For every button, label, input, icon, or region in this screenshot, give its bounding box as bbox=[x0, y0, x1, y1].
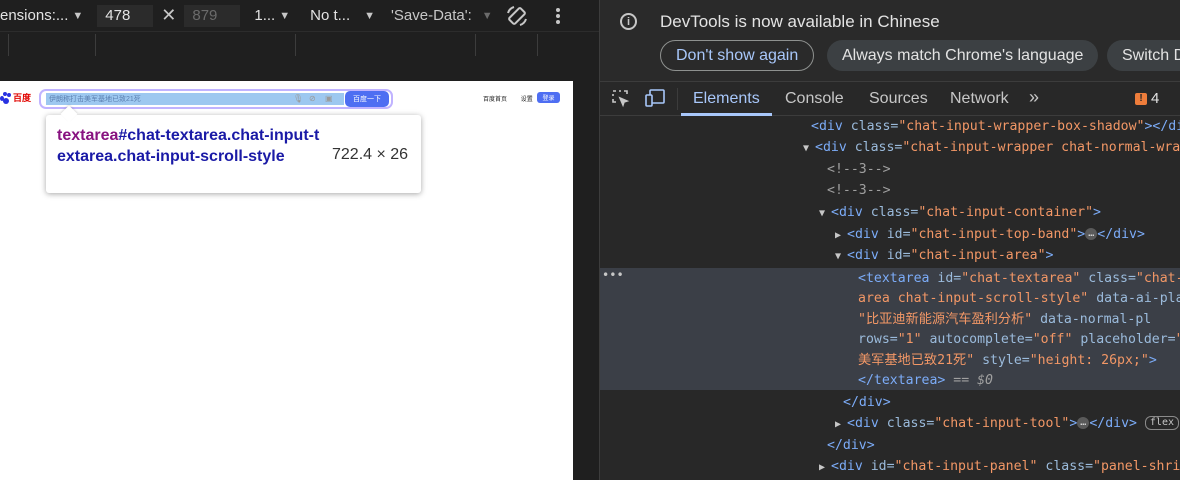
selected-tree-node[interactable]: <textarea id="chat-textarea" class="chat… bbox=[600, 268, 1180, 289]
tooltip-selector: textarea#chat-textarea.chat-input-textar… bbox=[57, 125, 322, 167]
tree-node[interactable]: ▼ <div id="chat-input-area"> bbox=[600, 245, 1180, 266]
tree-node[interactable]: ▶ <div id="chat-input-panel" class="panel… bbox=[600, 456, 1180, 477]
tree-node[interactable]: </div> bbox=[600, 392, 1180, 413]
elements-tree: ••• <div class="chat-input-wrapper-box-s… bbox=[600, 116, 1180, 480]
expand-arrow-icon[interactable]: ▼ bbox=[819, 203, 831, 224]
dropdown-arrow-icon: ▼ bbox=[364, 9, 376, 22]
search-button[interactable]: 百度一下 bbox=[345, 91, 389, 107]
selected-tree-node-close: </textarea> == $0 bbox=[858, 373, 993, 388]
dropdown-arrow-icon: ▼ bbox=[72, 9, 84, 22]
tab-console[interactable]: Console bbox=[785, 90, 844, 108]
selected-tree-node-cont: rows="1" autocomplete="off" placeholder=… bbox=[858, 332, 1180, 347]
more-options-button[interactable] bbox=[555, 0, 561, 31]
device-toolbar-icon[interactable] bbox=[645, 88, 667, 108]
inspect-tooltip: textarea#chat-textarea.chat-input-textar… bbox=[46, 115, 421, 193]
dropdown-arrow-icon: ▼ bbox=[481, 9, 493, 22]
logo-text: 百度 bbox=[13, 93, 32, 103]
dropdown-arrow-icon: ▼ bbox=[279, 9, 291, 22]
rotate-icon bbox=[506, 5, 527, 26]
baidu-logo[interactable]: 百度 bbox=[0, 91, 31, 104]
tooltip-size: 722.4 × 26 bbox=[332, 146, 409, 163]
tree-node[interactable]: </div> bbox=[600, 435, 1180, 456]
paw-icon bbox=[0, 91, 12, 104]
image-search-icon[interactable]: ▣ bbox=[325, 94, 333, 103]
media-query-ruler bbox=[0, 31, 599, 57]
home-link[interactable]: 百度首页 bbox=[483, 97, 507, 103]
tooltip-tag: textarea bbox=[57, 127, 119, 144]
tab-network[interactable]: Network bbox=[950, 90, 1009, 108]
microphone-icon[interactable]: 🎙 bbox=[293, 94, 303, 103]
tab-elements[interactable]: Elements bbox=[693, 90, 760, 108]
save-data-dropdown[interactable]: 'Save-Data': ▼ bbox=[391, 0, 493, 31]
expand-arrow-icon[interactable]: ▼ bbox=[835, 246, 847, 267]
top-links: 百度首页 设置 bbox=[483, 94, 545, 103]
tree-node[interactable]: <div class="chat-input-wrapper-box-shado… bbox=[600, 116, 1180, 137]
search-placeholder: 伊朗称打击美军基地已致21死 bbox=[49, 96, 141, 103]
issues-counter[interactable]: ! 4 bbox=[1135, 90, 1159, 107]
collapse-arrow-icon[interactable]: ▶ bbox=[835, 414, 847, 435]
always-match-language-button[interactable]: Always match Chrome's language bbox=[827, 40, 1099, 71]
selected-tree-node-cont: area chat-input-scroll-style" data-ai-pl… bbox=[858, 291, 1180, 306]
settings-link[interactable]: 设置 bbox=[521, 97, 533, 103]
dimensions-label: ensions:... bbox=[0, 7, 69, 24]
viewport-gutter bbox=[573, 81, 599, 480]
tree-node[interactable]: <!--3--> bbox=[600, 180, 1180, 201]
attach-icon[interactable]: ⊘ bbox=[309, 94, 317, 103]
issues-count: 4 bbox=[1151, 90, 1160, 107]
tab-sources[interactable]: Sources bbox=[869, 90, 928, 108]
chevron-double-right-icon[interactable]: » bbox=[1029, 87, 1039, 108]
language-infobar: i DevTools is now available in Chinese D… bbox=[600, 0, 1180, 81]
tree-node[interactable]: ▶ <div class="chat-input-tool">… </div> fl… bbox=[600, 413, 1180, 434]
throttle-dropdown[interactable]: No t... ▼ bbox=[310, 0, 375, 31]
devtools-tabbar: Elements Console Sources Network » ! 4 bbox=[600, 81, 1180, 116]
tree-node[interactable]: ▼ <div class="chat-input-wrapper chat-nor… bbox=[600, 137, 1180, 158]
selected-tree-node-cont: 美军基地已致21死" style="height: 26px;"> bbox=[858, 353, 1157, 368]
collapse-arrow-icon[interactable]: ▶ bbox=[835, 225, 847, 246]
switch-devtools-language-button[interactable]: Switch D bbox=[1107, 40, 1180, 71]
search-box[interactable]: 伊朗称打击美军基地已致21死 🎙 ⊘ ▣ 百度一下 bbox=[39, 89, 393, 109]
device-emulation-pane: ensions:... ▼ 478 ✕ 879 1... ▼ No t... ▼… bbox=[0, 0, 599, 480]
issue-icon: ! bbox=[1135, 92, 1147, 105]
info-icon: i bbox=[620, 13, 637, 30]
login-button[interactable]: 登录 bbox=[537, 92, 560, 103]
tree-node[interactable]: ▶ <div id="chat-input-top-band">… </div> bbox=[600, 224, 1180, 245]
dont-show-again-button[interactable]: Don't show again bbox=[660, 40, 815, 71]
more-vert-icon bbox=[555, 7, 560, 24]
ellipsis-badge[interactable]: … bbox=[1077, 417, 1090, 429]
devtools-window: ensions:... ▼ 478 ✕ 879 1... ▼ No t... ▼… bbox=[0, 0, 1180, 480]
flex-badge[interactable]: flex bbox=[1144, 416, 1179, 430]
infobar-message: DevTools is now available in Chinese bbox=[660, 12, 940, 31]
height-input[interactable]: 879 bbox=[184, 4, 241, 27]
width-input[interactable]: 478 bbox=[97, 4, 154, 27]
throttle-label: No t... bbox=[310, 7, 351, 24]
save-data-label: 'Save-Data': bbox=[391, 7, 472, 24]
ellipsis-badge[interactable]: … bbox=[1085, 228, 1098, 240]
dpr-dropdown[interactable]: 1... ▼ bbox=[254, 0, 290, 31]
devtools-panel: i DevTools is now available in Chinese D… bbox=[599, 0, 1180, 480]
inspect-element-icon[interactable] bbox=[610, 88, 632, 108]
expand-arrow-icon[interactable]: ▼ bbox=[803, 138, 815, 159]
pixel-ruler bbox=[0, 57, 599, 81]
close-icon: ✕ bbox=[161, 5, 177, 25]
device-toolbar: ensions:... ▼ 478 ✕ 879 1... ▼ No t... ▼… bbox=[0, 0, 599, 31]
collapse-arrow-icon[interactable]: ▶ bbox=[819, 457, 831, 478]
dpr-label: 1... bbox=[254, 7, 276, 24]
dimensions-dropdown[interactable]: ensions:... ▼ bbox=[0, 0, 83, 31]
rotate-button[interactable] bbox=[505, 0, 529, 31]
selected-tree-node-cont: "比亚迪新能源汽车盈利分析" data-normal-pl bbox=[858, 312, 1152, 327]
tree-node[interactable]: ▼ <div class="chat-input-container"> bbox=[600, 202, 1180, 223]
tree-node[interactable]: <!--3--> bbox=[600, 159, 1180, 180]
